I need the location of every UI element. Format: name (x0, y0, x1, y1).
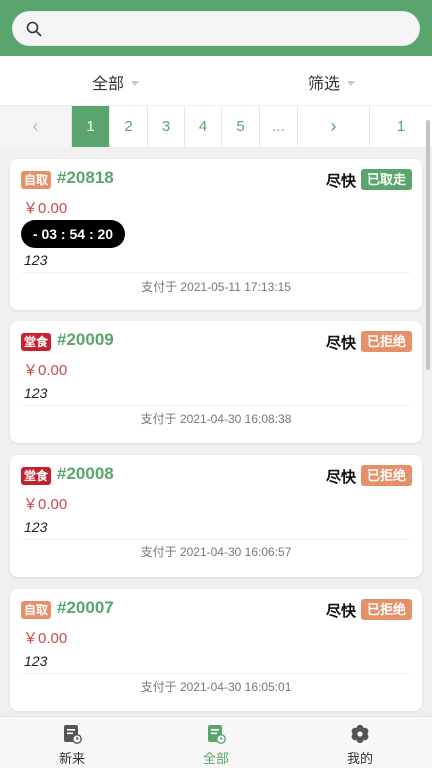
top-bar (0, 0, 432, 56)
order-number: #20008 (57, 464, 114, 483)
order-card[interactable]: 自取 #20007 尽快 已拒绝 ￥0.00 123 支付于 2021-04-3… (10, 589, 422, 711)
filter-dropdown-label: 筛选 (308, 76, 341, 93)
order-price: ￥0.00 (23, 200, 68, 217)
divider (22, 539, 410, 540)
search-input[interactable] (53, 18, 408, 40)
search-icon (26, 21, 42, 37)
tab-all[interactable]: 全部 (144, 717, 288, 768)
tab-mine[interactable]: 我的 (288, 717, 432, 768)
filter-bar: 全部 筛选 (0, 56, 432, 106)
search-box[interactable] (12, 11, 420, 46)
asap-label: 尽快 (326, 173, 357, 190)
order-type-badge: 堂食 (21, 467, 52, 485)
prev-page-button[interactable]: ‹ (0, 106, 72, 147)
tab-mine-label: 我的 (346, 751, 373, 766)
order-price: ￥0.00 (23, 630, 68, 647)
order-type-badge: 堂食 (21, 333, 52, 351)
order-note: 123 (24, 653, 48, 669)
order-price: ￥0.00 (23, 362, 68, 379)
order-number: #20818 (57, 168, 114, 187)
paid-time: 支付于 2021-04-30 16:06:57 (140, 545, 292, 559)
bottom-tab-bar: 新来 全部 我的 (0, 716, 432, 768)
order-type-badge: 自取 (21, 171, 52, 189)
page-button-5[interactable]: 5 (222, 106, 260, 147)
asap-label: 尽快 (326, 335, 357, 352)
tab-new-label: 新来 (58, 751, 85, 766)
status-badge: 已取走 (361, 169, 413, 190)
scrollbar[interactable] (426, 120, 430, 370)
tab-new[interactable]: 新来 (0, 717, 144, 768)
order-note: 123 (24, 385, 48, 401)
status-badge: 已拒绝 (361, 599, 413, 620)
divider (22, 272, 410, 273)
status-badge: 已拒绝 (361, 331, 413, 352)
paid-time: 支付于 2021-04-30 16:05:01 (140, 680, 292, 694)
order-number: #20007 (57, 598, 114, 617)
tab-all-label: 全部 (202, 751, 229, 766)
gear-icon (351, 724, 369, 744)
order-type-badge: 自取 (21, 601, 52, 619)
asap-label: 尽快 (326, 603, 357, 620)
order-note: 123 (24, 519, 48, 535)
last-page-button[interactable]: 1 (370, 106, 432, 147)
countdown-timer: - 03 : 54 : 20 (21, 220, 125, 248)
page-button-2[interactable]: 2 (110, 106, 148, 147)
order-note: 123 (24, 252, 48, 268)
dropdown-arrow-icon (347, 80, 356, 86)
pagination: ‹ 1 2 3 4 5 ... › 1 (0, 106, 432, 147)
dropdown-arrow-icon (131, 80, 140, 86)
divider (22, 405, 410, 406)
order-price: ￥0.00 (23, 496, 68, 513)
page-ellipsis: ... (260, 106, 298, 147)
paid-time: 支付于 2021-04-30 16:08:38 (140, 412, 292, 426)
asap-label: 尽快 (326, 469, 357, 486)
paid-time: 支付于 2021-05-11 17:13:15 (141, 280, 291, 294)
all-dropdown-label: 全部 (92, 76, 125, 93)
order-card[interactable]: 堂食 #20008 尽快 已拒绝 ￥0.00 123 支付于 2021-04-3… (10, 455, 422, 577)
order-card[interactable]: 堂食 #20009 尽快 已拒绝 ￥0.00 123 支付于 2021-04-3… (10, 321, 422, 443)
order-number: #20009 (57, 330, 114, 349)
next-page-button[interactable]: › (298, 106, 370, 147)
status-badge: 已拒绝 (361, 465, 413, 486)
all-dropdown[interactable]: 全部 (92, 70, 140, 94)
filter-dropdown[interactable]: 筛选 (308, 70, 356, 94)
page-button-1[interactable]: 1 (72, 106, 110, 147)
all-orders-icon (208, 725, 226, 744)
page-button-4[interactable]: 4 (185, 106, 222, 147)
order-card[interactable]: 自取 #20818 尽快 已取走 ￥0.00 - 03 : 54 : 20 12… (10, 159, 422, 310)
page-button-3[interactable]: 3 (148, 106, 185, 147)
divider (22, 673, 410, 674)
new-orders-icon (64, 725, 82, 744)
